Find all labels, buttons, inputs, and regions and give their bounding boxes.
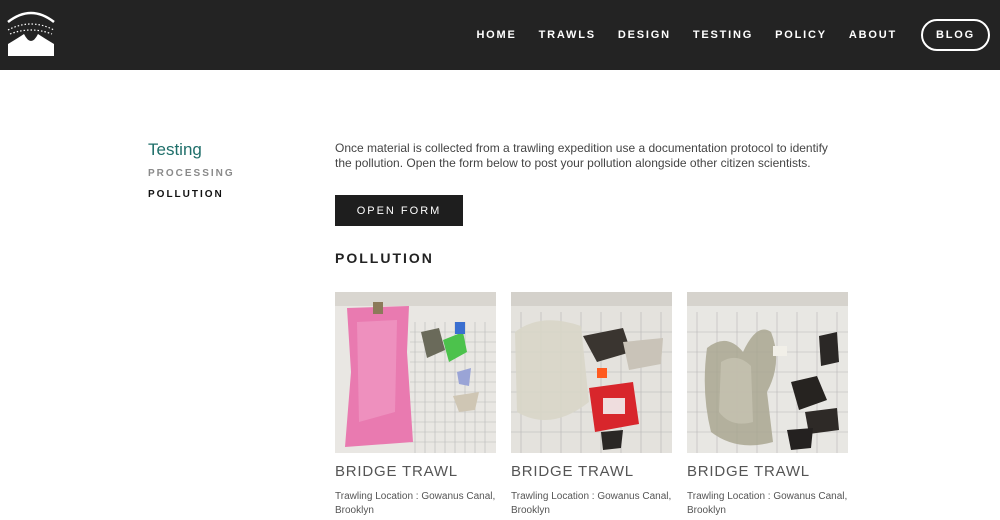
- card-location: Trawling Location : Gowanus Canal, Brook…: [511, 490, 673, 518]
- card-location: Trawling Location : Gowanus Canal, Brook…: [687, 490, 849, 518]
- nav-policy[interactable]: POLICY: [775, 29, 827, 41]
- card-location-line: Trawling Location : Gowanus Canal,: [511, 491, 672, 502]
- nav-about[interactable]: ABOUT: [849, 29, 897, 41]
- pollution-photo-bag[interactable]: [687, 292, 848, 453]
- sidebar-title[interactable]: Testing: [148, 140, 202, 160]
- pollution-card[interactable]: BRIDGE TRAWL Trawling Location : Gowanus…: [511, 292, 673, 518]
- section-title: POLLUTION: [335, 250, 434, 266]
- top-nav-bar: HOME TRAWLS DESIGN TESTING POLICY ABOUT …: [0, 0, 1000, 70]
- card-location-line: Trawling Location : Gowanus Canal,: [335, 491, 496, 502]
- nav-design[interactable]: DESIGN: [618, 29, 671, 41]
- nav-blog-button[interactable]: BLOG: [921, 19, 990, 51]
- intro-text: Once material is collected from a trawli…: [335, 141, 828, 170]
- nav-trawls[interactable]: TRAWLS: [539, 29, 596, 41]
- nav-home[interactable]: HOME: [476, 29, 516, 41]
- card-title[interactable]: BRIDGE TRAWL: [687, 463, 849, 480]
- card-title[interactable]: BRIDGE TRAWL: [511, 463, 673, 480]
- sidebar-item-pollution[interactable]: POLLUTION: [148, 189, 224, 200]
- pollution-card[interactable]: BRIDGE TRAWL Trawling Location : Gowanus…: [335, 292, 497, 518]
- card-location-line: Brooklyn: [335, 505, 374, 516]
- nav-testing[interactable]: TESTING: [693, 29, 753, 41]
- card-location-line: Brooklyn: [511, 505, 550, 516]
- open-form-button[interactable]: OPEN FORM: [335, 195, 463, 226]
- pollution-photo-plastic[interactable]: [511, 292, 672, 453]
- site-logo-icon[interactable]: [6, 8, 56, 58]
- sidebar-item-processing[interactable]: PROCESSING: [148, 168, 235, 179]
- main-nav: HOME TRAWLS DESIGN TESTING POLICY ABOUT …: [476, 0, 1000, 70]
- card-location-line: Brooklyn: [687, 505, 726, 516]
- card-location: Trawling Location : Gowanus Canal, Brook…: [335, 490, 497, 518]
- pollution-photo-pink[interactable]: [335, 292, 496, 453]
- card-title[interactable]: BRIDGE TRAWL: [335, 463, 497, 480]
- card-location-line: Trawling Location : Gowanus Canal,: [687, 491, 848, 502]
- pollution-card[interactable]: BRIDGE TRAWL Trawling Location : Gowanus…: [687, 292, 849, 518]
